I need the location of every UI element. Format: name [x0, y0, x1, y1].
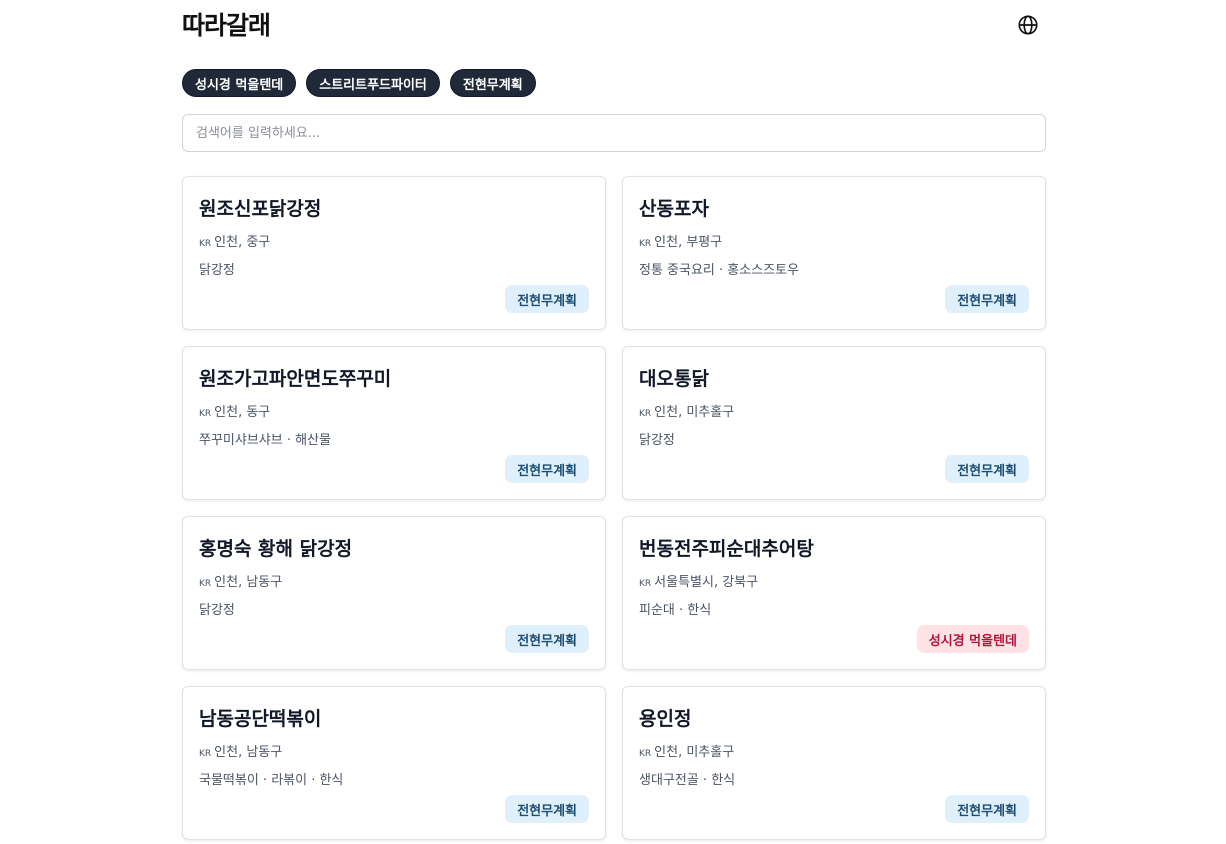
restaurant-category: 정통 중국요리 · 홍소스즈토우 — [639, 263, 800, 278]
restaurant-category: 닭강정 — [639, 433, 675, 448]
country-code: KR — [639, 749, 652, 759]
location-text: 인천, 남동구 — [214, 745, 283, 760]
country-code: KR — [199, 749, 212, 759]
location-text: 인천, 남동구 — [214, 575, 283, 590]
country-code: KR — [199, 579, 212, 589]
restaurant-card[interactable]: 용인정 KR 인천, 미추홀구생대구전골 · 한식전현무계획 — [622, 686, 1046, 840]
show-tag[interactable]: 전현무계획 — [945, 285, 1029, 313]
restaurant-category: 쭈꾸미샤브샤브 · 해산물 — [199, 433, 331, 448]
restaurant-name: 용인정 — [639, 708, 692, 730]
show-tag[interactable]: 전현무계획 — [945, 795, 1029, 823]
country-code: KR — [639, 409, 652, 419]
filter-chip-sung-si-kyung[interactable]: 성시경 먹을텐데 — [182, 69, 297, 97]
location-text: 인천, 중구 — [214, 235, 271, 250]
restaurant-location: KR 인천, 미추홀구 — [639, 741, 734, 760]
restaurant-category: 닭강정 — [199, 263, 235, 278]
location-text: 인천, 미추홀구 — [654, 745, 735, 760]
restaurant-name: 원조신포닭강정 — [199, 198, 322, 220]
restaurant-location: KR 인천, 남동구 — [199, 571, 282, 590]
filter-chip-jun-hyun-moo[interactable]: 전현무계획 — [449, 69, 536, 97]
country-code: KR — [639, 239, 652, 249]
restaurant-card[interactable]: 대오통닭 KR 인천, 미추홀구닭강정전현무계획 — [622, 346, 1046, 500]
restaurant-location: KR 인천, 중구 — [199, 231, 270, 250]
country-code: KR — [199, 239, 212, 249]
show-tag[interactable]: 전현무계획 — [505, 795, 589, 823]
restaurant-category: 국물떡볶이 · 라볶이 · 한식 — [199, 773, 344, 788]
country-code: KR — [639, 579, 652, 589]
page: 따라갈래 성시경 먹을텐데 스트리트푸드파이터 전현무계획 원조신포닭강정KR인… — [182, 0, 1046, 840]
header: 따라갈래 — [182, 0, 1046, 55]
restaurant-location: KR 인천, 부평구 — [639, 231, 722, 250]
globe-icon[interactable] — [1017, 14, 1039, 36]
restaurant-name: 산동포자 — [639, 198, 709, 220]
logo[interactable]: 따라갈래 — [182, 6, 271, 42]
show-tag[interactable]: 성시경 먹을텐데 — [916, 625, 1029, 653]
filter-chips: 성시경 먹을텐데 스트리트푸드파이터 전현무계획 — [182, 69, 536, 97]
restaurant-name: 남동공단떡볶이 — [199, 708, 322, 730]
show-tag[interactable]: 전현무계획 — [505, 285, 589, 313]
show-tag[interactable]: 전현무계획 — [945, 455, 1029, 483]
restaurant-location: KR 인천, 미추홀구 — [639, 401, 734, 420]
restaurant-card[interactable]: 번동전주피순대추어탕 KR 서울특별시, 강북구피순대 · 한식성시경 먹을텐데 — [622, 516, 1046, 670]
restaurant-name: 번동전주피순대추어탕 — [639, 538, 814, 560]
show-tag[interactable]: 전현무계획 — [505, 625, 589, 653]
location-text: 서울특별시, 강북구 — [654, 575, 759, 590]
restaurant-name: 원조가고파안면도쭈꾸미 — [199, 368, 392, 390]
restaurant-location: KR 인천, 남동구 — [199, 741, 282, 760]
restaurant-category: 생대구전골 · 한식 — [639, 773, 736, 788]
location-text: 인천, 미추홀구 — [654, 405, 735, 420]
filter-chip-street-food-fighter[interactable]: 스트리트푸드파이터 — [306, 69, 440, 97]
restaurant-category: 피순대 · 한식 — [639, 603, 712, 618]
restaurant-location: KR 서울특별시, 강북구 — [639, 571, 758, 590]
restaurant-card[interactable]: 원조신포닭강정 KR 인천, 중구닭강정전현무계획 — [182, 176, 606, 330]
country-code: KR — [199, 409, 212, 419]
restaurant-card[interactable]: 남동공단떡볶이 KR 인천, 남동구국물떡볶이 · 라볶이 · 한식전현무계획 — [182, 686, 606, 840]
restaurant-card[interactable]: 홍명숙 황해 닭강정 KR 인천, 남동구닭강정전현무계획 — [182, 516, 606, 670]
restaurant-card[interactable]: 산동포자 KR 인천, 부평구정통 중국요리 · 홍소스즈토우전현무계획 — [622, 176, 1046, 330]
search-input[interactable] — [182, 114, 1046, 152]
location-text: 인천, 부평구 — [654, 235, 723, 250]
restaurant-name: 대오통닭 — [639, 368, 709, 390]
restaurant-name: 홍명숙 황해 닭강정 — [199, 538, 353, 560]
show-tag[interactable]: 전현무계획 — [505, 455, 589, 483]
restaurant-location: KR 인천, 동구 — [199, 401, 270, 420]
location-text: 인천, 동구 — [214, 405, 271, 420]
restaurant-category: 닭강정 — [199, 603, 235, 618]
restaurant-card[interactable]: 원조가고파안면도쭈꾸미 KR 인천, 동구쭈꾸미샤브샤브 · 해산물전현무계획 — [182, 346, 606, 500]
